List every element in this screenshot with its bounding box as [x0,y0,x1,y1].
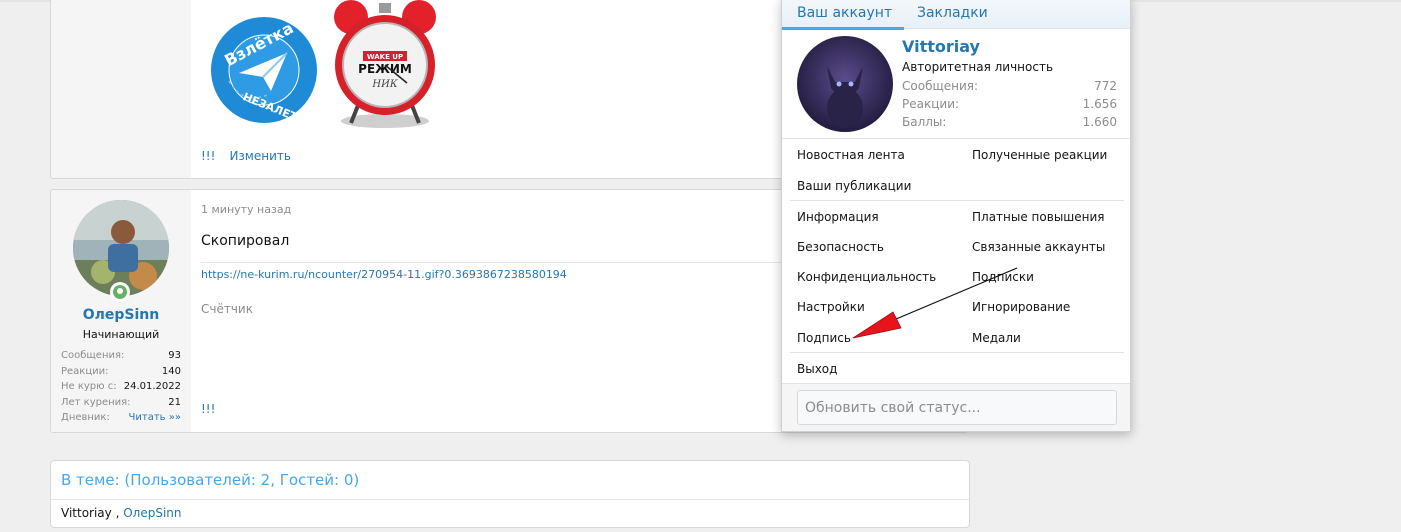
account-menu-tabs: Ваш аккаунт Закладки [781,0,1130,30]
stat-row: Баллы: 1.660 [902,115,1117,129]
tab-account[interactable]: Ваш аккаунт [781,5,905,30]
account-username[interactable]: Vittoriay [902,37,980,56]
account-avatar[interactable] [797,36,893,132]
edit-link[interactable]: Изменить [229,149,291,163]
stat-row: Реакции: 140 [61,365,181,377]
plane-sticker-image: Взлётка НЕЗАЛЕТКА [211,17,317,125]
post-user-sidebar: ОлерSinn Начинающий Сообщения: 93 Реакции… [51,190,191,432]
thread-viewers-title: В теме: (Пользователей: 2, Гостей: 0) [61,471,360,489]
bang-link[interactable]: !!! [201,149,215,163]
menu-item-your-posts[interactable]: Ваши публикации [797,179,911,193]
stat-row: Лет курения: 21 [61,396,181,408]
account-menu: Ваш аккаунт Закладки Vittoriay Авторитет… [781,0,1131,432]
status-update-footer [782,383,1130,431]
user-title: Начинающий [82,328,160,341]
menu-item-privacy[interactable]: Конфиденциальность [797,270,936,284]
menu-item-preferences[interactable]: Настройки [797,300,865,314]
user-stats: Сообщения: 93 Реакции: 140 Не курю с: 24.01… [61,348,181,426]
post-time[interactable]: 1 минуту назад [201,203,291,216]
svg-text:НИК: НИК [371,79,397,90]
menu-item-connected-accounts[interactable]: Связанные аккаунты [972,240,1105,254]
online-status-icon [110,282,130,302]
tab-bookmarks[interactable]: Закладки [917,5,988,21]
menu-item-security[interactable]: Безопасность [797,240,884,254]
divider [51,499,969,500]
diary-link[interactable]: Читать »» [129,410,181,426]
signature-counter-text: Счётчик [201,302,253,316]
thread-viewers-list: Vittoriay , ОлерSinn [61,506,182,520]
divider [790,352,1124,353]
signature-link[interactable]: https://ne-kurim.ru/ncounter/270954-11.g… [201,268,567,281]
post-actions: !!! [201,402,215,416]
menu-item-ignoring[interactable]: Игнорирование [972,300,1070,314]
svg-text:WAKE UP: WAKE UP [367,53,403,61]
post-user-sidebar [51,0,191,178]
bang-link[interactable]: !!! [201,402,215,416]
thread-viewers-block: В теме: (Пользователей: 2, Гостей: 0) Vi… [50,460,970,528]
viewer-link[interactable]: Vittoriay [61,506,112,520]
stat-row: Не курю с: 24.01.2022 [61,381,181,392]
menu-item-following[interactable]: Подписки [972,270,1034,284]
stat-row: Реакции: 1.656 [902,97,1117,111]
username[interactable]: ОлерSinn [51,307,191,323]
menu-item-news-feed[interactable]: Новостная лента [797,148,905,162]
menu-item-medals[interactable]: Медали [972,331,1021,345]
alarm-clock-sticker-image: WAKE UP РЕЖИМ НИК [334,0,436,128]
post-text: Скопировал [201,233,290,249]
stat-row: Дневник: Читать »» [61,410,181,426]
divider [790,200,1124,201]
menu-item-info[interactable]: Информация [797,210,879,224]
viewer-link[interactable]: ОлерSinn [123,506,181,520]
post-actions: !!! Изменить [201,149,291,163]
svg-text:РЕЖИМ: РЕЖИМ [358,62,412,76]
menu-item-signature[interactable]: Подпись [797,331,851,345]
account-avatar-cat-image [797,36,893,132]
menu-item-received-reactions[interactable]: Полученные реакции [972,148,1107,162]
stat-row: Сообщения: 93 [61,350,181,361]
stat-row: Сообщения: 772 [902,79,1117,93]
menu-item-logout[interactable]: Выход [797,362,837,376]
account-user-title: Авторитетная личность [902,60,1054,74]
status-input[interactable] [797,390,1117,425]
account-stats: Сообщения: 772 Реакции: 1.656 Баллы: 1.660 [902,77,1117,131]
divider [782,138,1130,139]
menu-item-paid-upgrades[interactable]: Платные повышения [972,210,1105,224]
